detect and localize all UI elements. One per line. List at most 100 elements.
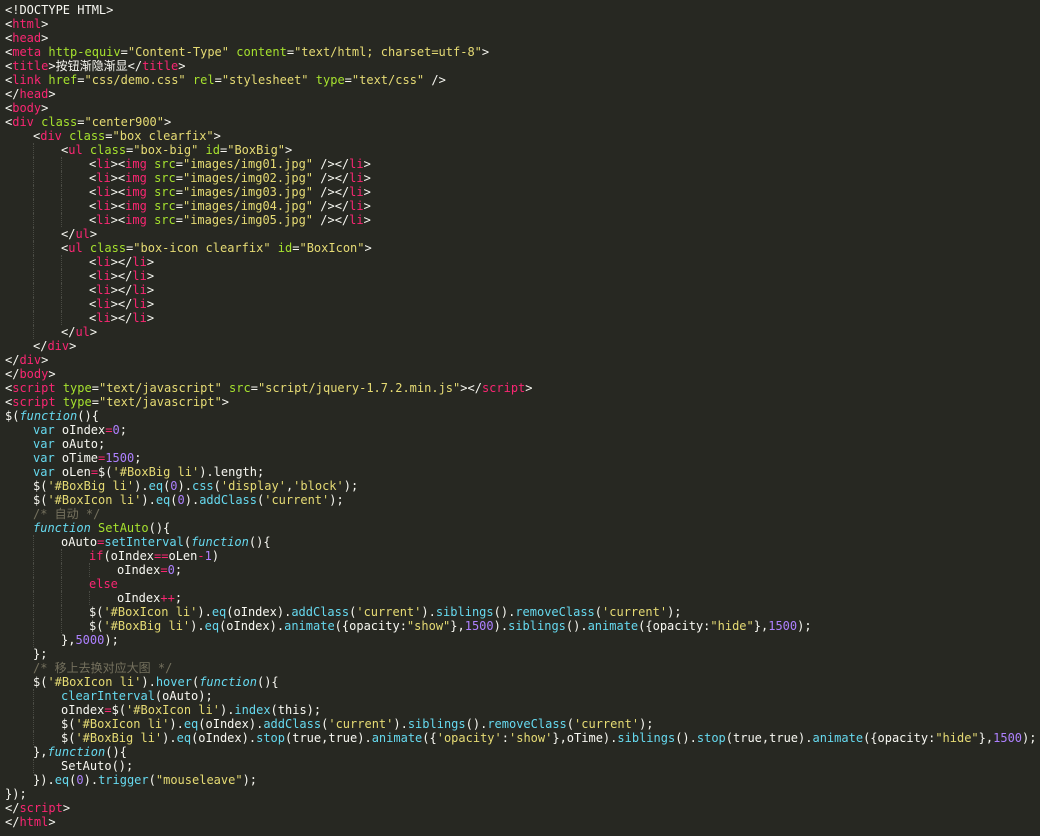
indent-guide	[5, 619, 33, 633]
code-token-text: ).	[169, 717, 184, 731]
indent-guide	[5, 311, 33, 325]
code-token-tag: ul	[75, 325, 90, 339]
code-token-text: >	[62, 801, 71, 815]
code-token-text: >	[363, 199, 371, 213]
code-token-text: =	[286, 45, 295, 59]
code-token-text: (){	[248, 535, 271, 549]
code-line: $('#BoxBig li').eq(oIndex).animate({opac…	[5, 619, 1040, 633]
code-token-text: /></	[313, 171, 350, 185]
code-token-tag: =	[160, 563, 168, 577]
code-token-tag: script	[481, 381, 526, 395]
code-editor[interactable]: <!DOCTYPE HTML> <html> <head> <meta http-eq…	[0, 0, 1040, 836]
code-token-text: ().	[565, 619, 588, 633]
code-token-string: 'current'	[356, 605, 422, 619]
code-token-text: </	[5, 353, 20, 367]
indent-guide	[61, 549, 89, 563]
code-token-storage: siblings	[508, 619, 566, 633]
code-line: var oIndex=0;	[5, 423, 1040, 437]
code-token-text: );	[343, 479, 359, 493]
code-token-text: =	[175, 157, 183, 171]
code-token-attribute: src	[154, 157, 176, 171]
code-token-text: =	[250, 381, 258, 395]
code-token-tag: meta	[12, 45, 42, 59]
indent-guide	[33, 703, 61, 717]
code-token-tag: li	[349, 199, 364, 213]
code-token-tag: title	[142, 59, 179, 73]
indent-guide	[5, 745, 33, 759]
code-token-text: :	[501, 731, 509, 745]
code-token-storage: animate	[812, 731, 864, 745]
code-line: oAuto=setInterval(function(){	[5, 535, 1040, 549]
code-line: oIndex=0;	[5, 563, 1040, 577]
code-token-storage: removeClass	[515, 605, 595, 619]
code-token-text: >	[48, 367, 56, 381]
code-line: <li><img src="images/img04.jpg" /></li>	[5, 199, 1040, 213]
indent-guide	[33, 563, 61, 577]
code-token-text: $(	[5, 409, 20, 423]
code-token-storage: var	[33, 465, 55, 479]
indent-guide	[5, 255, 33, 269]
code-token-attribute: class	[89, 241, 127, 255]
code-token-storage: hover	[155, 675, 192, 689]
code-token-storage: css	[191, 479, 214, 493]
code-token-text: (){	[148, 521, 171, 535]
code-line: /* 移上去换对应大图 */	[5, 661, 1040, 675]
code-token-number: 0	[76, 773, 84, 787]
code-token-text: ().	[493, 605, 516, 619]
indent-guide	[33, 241, 61, 255]
code-token-storage: siblings	[617, 731, 676, 745]
code-token-string: 'current'	[574, 717, 640, 731]
code-line: };	[5, 647, 1040, 661]
code-token-tag: =	[105, 423, 113, 437]
code-token-text: </	[5, 801, 20, 815]
code-token-number: 5000	[75, 633, 105, 647]
code-token-storage: setInterval	[104, 535, 184, 549]
code-line: <li></li>	[5, 311, 1040, 325]
code-token-text: oIndex	[61, 703, 105, 717]
code-token-number: 0	[177, 493, 185, 507]
indent-guide	[33, 199, 61, 213]
code-token-text: (true,true).	[725, 731, 813, 745]
indent-guide	[5, 199, 33, 213]
code-token-tag: li	[349, 213, 364, 227]
indent-guide	[5, 143, 33, 157]
indent-guide	[33, 577, 61, 591]
code-line: </head>	[5, 87, 1040, 101]
code-token-text: SetAuto();	[61, 759, 134, 773]
indent-guide	[33, 227, 61, 241]
code-token-text: ).length;	[199, 465, 265, 479]
code-token-attribute: id	[277, 241, 293, 255]
code-token-storage: eq	[183, 717, 199, 731]
code-token-text: (this);	[270, 703, 322, 717]
code-token-text: >	[41, 31, 49, 45]
indent-guide	[61, 577, 89, 591]
code-line: }).eq(0).trigger("mouseleave");	[5, 773, 1040, 787]
code-token-text: ;	[174, 591, 183, 605]
code-token-string: "images/img04.jpg"	[182, 199, 314, 213]
code-token-storage: var	[33, 451, 55, 465]
code-token-string: "text/javascript"	[98, 395, 222, 409]
code-token-text: </	[5, 87, 20, 101]
code-token-number: 1500	[105, 451, 135, 465]
code-line: </body>	[5, 367, 1040, 381]
code-token-attribute: id	[205, 143, 220, 157]
code-token-string: "hide"	[710, 619, 754, 633]
code-token-tag: =	[90, 465, 99, 479]
code-token-text: (oIndex).	[191, 731, 257, 745]
indent-guide	[5, 689, 33, 703]
code-token-text: >	[146, 255, 155, 269]
code-token-storage: function	[199, 675, 257, 689]
code-token-text: >	[41, 353, 49, 367]
code-token-text: >	[146, 311, 155, 325]
code-token-attribute: type	[62, 381, 92, 395]
code-token-text: ({opacity:	[863, 731, 936, 745]
code-token-storage: function	[33, 521, 91, 535]
code-token-text: ;	[119, 423, 127, 437]
code-token-string: "css/demo.css"	[84, 73, 186, 87]
code-token-text: >	[69, 339, 77, 353]
indent-guide	[5, 535, 33, 549]
code-token-tag: link	[12, 73, 42, 87]
indent-guide	[5, 675, 33, 689]
